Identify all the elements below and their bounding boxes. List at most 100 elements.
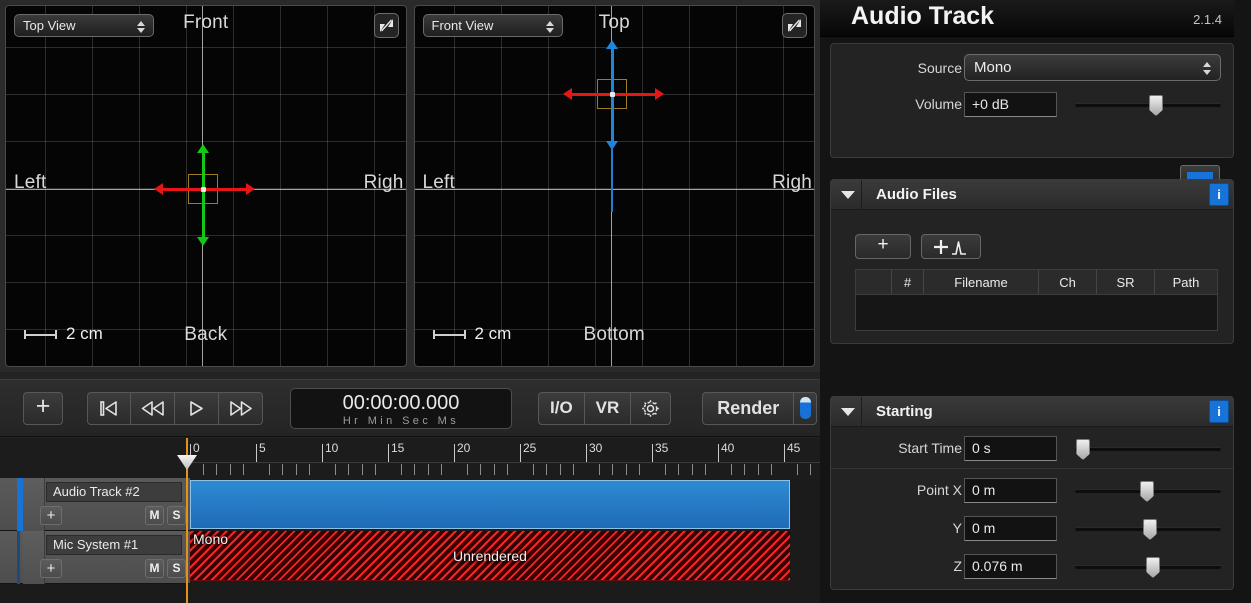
gizmo-origin-dot[interactable]	[609, 92, 615, 97]
header-divider	[861, 180, 862, 209]
add-audio-file-waveform-button[interactable]	[921, 234, 981, 259]
ruler-tick-label: 25	[523, 441, 537, 455]
point-z-slider-knob[interactable]	[1146, 557, 1160, 578]
start-time-field[interactable]: 0 s	[964, 436, 1057, 461]
gizmo-origin-dot[interactable]	[201, 187, 206, 192]
ruler-minor-tick	[546, 464, 548, 475]
timecode-display[interactable]: 00:00:00.000 Hr Min Sec Ms	[290, 387, 512, 429]
scale-bar-icon	[24, 329, 57, 339]
rewind-button[interactable]	[131, 391, 175, 425]
track-name-field[interactable]: Audio Track #2	[46, 482, 182, 502]
go-to-start-icon	[100, 400, 117, 416]
ruler-header-gap	[0, 438, 190, 478]
start-time-slider-track[interactable]	[1075, 447, 1221, 451]
column-header-path[interactable]: Path	[1155, 270, 1217, 294]
play-button[interactable]	[175, 391, 219, 425]
track-mute-button[interactable]: M	[145, 506, 164, 525]
track-solo-button[interactable]: S	[167, 559, 186, 578]
track-select-indicator[interactable]	[17, 531, 20, 584]
gizmo-arrow-right-icon[interactable]	[246, 183, 255, 195]
source-select[interactable]: Mono	[964, 54, 1221, 81]
track-mute-button[interactable]: M	[145, 559, 164, 578]
track-header-audio-track-2[interactable]: Audio Track #2 + M S	[0, 478, 190, 531]
ruler-minor-tick	[335, 464, 337, 475]
column-header-number[interactable]: #	[892, 270, 924, 294]
info-button[interactable]: i	[1209, 183, 1229, 206]
track-header-mic-system-1[interactable]: Mic System #1 + M S	[0, 531, 190, 584]
viewport-row: Front Back Left Righ 2 cm Top View Top B…	[0, 0, 820, 372]
volume-slider-track[interactable]	[1075, 103, 1221, 107]
settings-button[interactable]	[631, 391, 672, 425]
starting-header[interactable]: Starting i	[831, 397, 1233, 427]
gizmo-arrow-left-icon[interactable]	[154, 183, 163, 195]
clip-lane[interactable]: Mono Unrendered	[190, 478, 790, 603]
point-y-slider-knob[interactable]	[1143, 519, 1157, 540]
clip-status-label: Unrendered	[453, 548, 527, 564]
render-button[interactable]: Render	[702, 391, 795, 425]
playhead[interactable]	[177, 438, 197, 603]
volume-field[interactable]: +0 dB	[964, 92, 1057, 117]
timeline-ruler[interactable]: 0 5 10 15 20 25 30 35 40 45	[0, 438, 820, 478]
ruler-minor-tick	[242, 464, 244, 475]
track-add-button[interactable]: +	[40, 559, 62, 578]
ruler-minor-tick	[506, 464, 508, 475]
inspector-title: Audio Track	[851, 2, 995, 30]
point-z-field[interactable]: 0.076 m	[964, 554, 1057, 579]
audio-files-table-header: # Filename Ch SR Path	[856, 270, 1217, 294]
info-button[interactable]: i	[1209, 400, 1229, 423]
track-name-field[interactable]: Mic System #1	[46, 535, 182, 555]
ruler-tick-label: 40	[721, 441, 735, 455]
go-to-start-button[interactable]	[87, 391, 131, 425]
point-y-field[interactable]: 0 m	[964, 516, 1057, 541]
gizmo-arm-y[interactable]	[202, 153, 205, 237]
track-solo-button[interactable]: S	[167, 506, 186, 525]
column-header-ch[interactable]: Ch	[1039, 270, 1097, 294]
clip-audio-track-2[interactable]	[190, 480, 790, 529]
add-track-button[interactable]: +	[23, 391, 63, 425]
viewport-view-selector-top[interactable]: Top View	[14, 14, 154, 37]
vr-button[interactable]: VR	[584, 391, 632, 425]
disclosure-triangle-icon[interactable]	[841, 191, 855, 199]
ruler-minor-tick	[691, 464, 693, 475]
viewport-expand-button-top[interactable]	[373, 13, 399, 38]
io-button[interactable]: I/O	[538, 391, 585, 425]
volume-slider-knob[interactable]	[1149, 95, 1163, 116]
point-x-field[interactable]: 0 m	[964, 478, 1057, 503]
expand-icon	[379, 19, 393, 32]
fast-forward-button[interactable]	[219, 391, 263, 425]
column-header-sr[interactable]: SR	[1097, 270, 1155, 294]
audio-files-table[interactable]: # Filename Ch SR Path	[855, 269, 1218, 331]
ruler-minor-tick	[559, 464, 561, 475]
audio-files-header[interactable]: Audio Files i	[831, 180, 1233, 210]
ruler-tick-label: 20	[457, 441, 471, 455]
viewport-front-view[interactable]: Top Bottom Left Righ 2 cm Front View	[413, 5, 815, 367]
gizmo-arrow-left-icon[interactable]	[562, 88, 572, 100]
disclosure-triangle-icon[interactable]	[841, 408, 855, 416]
ruler-minor-tick	[612, 464, 614, 475]
ruler-minor-tick	[216, 464, 218, 475]
add-audio-file-button[interactable]: +	[855, 234, 911, 259]
viewport-top-view[interactable]: Front Back Left Righ 2 cm Top View	[5, 5, 407, 367]
start-time-slider-knob[interactable]	[1076, 439, 1090, 460]
io-vr-group: I/O VR	[538, 391, 672, 425]
gizmo-arrow-right-icon[interactable]	[654, 88, 664, 100]
audio-files-table-body[interactable]	[856, 294, 1217, 330]
viewport-label-top: Top	[598, 12, 630, 33]
column-header-filename[interactable]: Filename	[924, 270, 1039, 294]
point-x-slider-knob[interactable]	[1140, 481, 1154, 502]
column-header-select[interactable]	[856, 270, 892, 294]
inspector-starting-section: Starting i Start Time 0 s Point X 0 m Y …	[830, 396, 1234, 590]
start-time-row: Start Time 0 s	[831, 427, 1233, 469]
render-status-indicator[interactable]	[794, 391, 818, 425]
inspector-audio-files-section: Audio Files i + # Filename Ch SR Path	[830, 179, 1234, 344]
track-add-button[interactable]: +	[40, 506, 62, 525]
ruler-minor-tick	[797, 464, 799, 475]
ruler-minor-tick	[348, 464, 350, 475]
gizmo-arrow-up-icon[interactable]	[605, 40, 618, 49]
viewport-view-selector-front[interactable]: Front View	[422, 14, 563, 37]
viewport-label-left: Left	[14, 172, 47, 193]
gizmo-arrow-down-icon[interactable]	[197, 237, 209, 246]
viewport-expand-button-front[interactable]	[782, 13, 807, 38]
ruler-tick-label: 35	[655, 441, 669, 455]
gizmo-arrow-up-icon[interactable]	[197, 144, 209, 153]
